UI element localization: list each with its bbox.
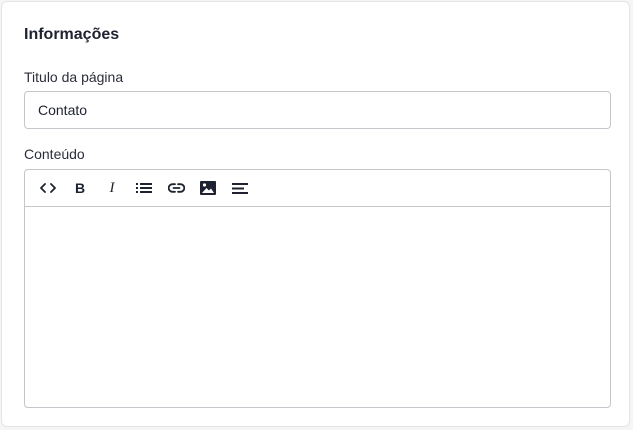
bold-button[interactable]: B [64, 174, 96, 202]
image-icon [200, 181, 216, 195]
information-card: Informações Titulo da página Conteúdo B … [1, 1, 630, 427]
content-label: Conteúdo [24, 146, 85, 162]
bold-icon: B [74, 180, 86, 196]
editor-toolbar: B I [25, 170, 610, 207]
page-title-label: Titulo da página [24, 69, 124, 85]
image-button[interactable] [192, 174, 224, 202]
italic-button[interactable]: I [96, 174, 128, 202]
bulleted-list-button[interactable] [128, 174, 160, 202]
italic-icon: I [109, 180, 115, 196]
page-title-input[interactable] [24, 91, 611, 129]
bulleted-list-icon [136, 183, 152, 193]
align-left-icon [232, 182, 248, 194]
align-button[interactable] [224, 174, 256, 202]
section-title: Informações [24, 26, 120, 43]
content-editor: B I [24, 169, 611, 408]
link-icon [167, 183, 185, 193]
content-text-area[interactable] [25, 207, 610, 407]
code-icon [40, 183, 56, 193]
code-button[interactable] [32, 174, 64, 202]
link-button[interactable] [160, 174, 192, 202]
